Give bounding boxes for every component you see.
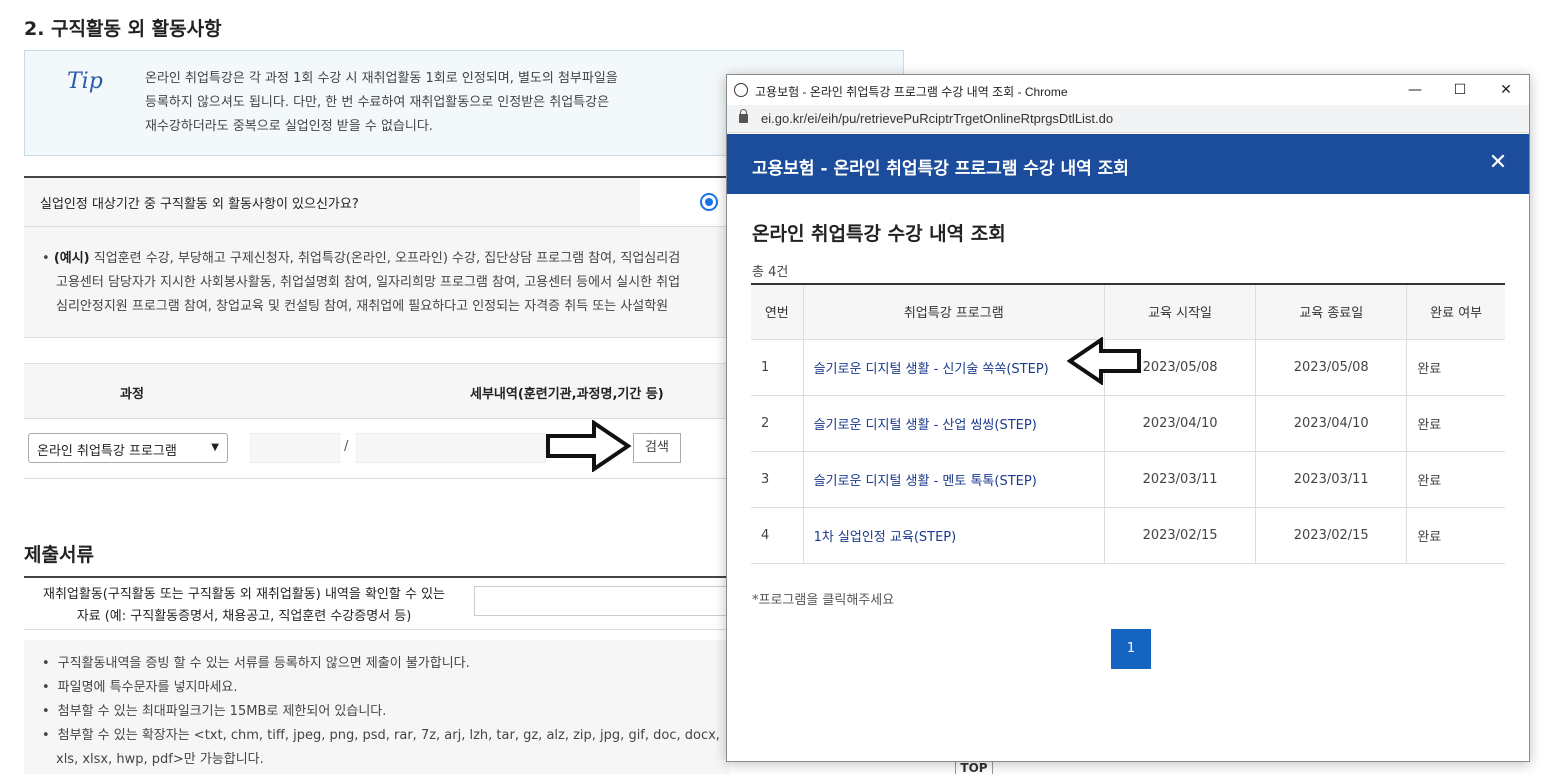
tip-label: Tip	[67, 69, 103, 94]
file-input[interactable]	[474, 586, 734, 616]
table-row: 4 1차 실업인정 교육(STEP) 2023/02/15 2023/02/15…	[751, 507, 1505, 564]
notice-item: 첨부할 수 있는 확장자는 <txt, chm, tiff, jpeg, png…	[42, 724, 720, 748]
page-button[interactable]: 1	[1111, 629, 1151, 669]
column-header: 교육 시작일	[1103, 284, 1256, 340]
example-line: • (예시) 직업훈련 수강, 부당해고 구제신청자, 취업특강(온라인, 오프…	[42, 251, 681, 266]
notice-item: 첨부할 수 있는 최대파일크기는 15MB로 제한되어 있습니다.	[42, 700, 720, 724]
detail-input-2[interactable]	[356, 433, 546, 463]
course-select[interactable]: 온라인 취업특강 프로그램 ▼	[28, 433, 228, 463]
minimize-button[interactable]: —	[1400, 79, 1430, 101]
maximize-button[interactable]: ☐	[1445, 79, 1475, 101]
url-text[interactable]: ei.go.kr/ei/eih/pu/retrievePuRciptrTrget…	[761, 111, 1113, 126]
radio-selected-icon[interactable]	[700, 193, 718, 211]
table-header-row: 연번 취업특강 프로그램 교육 시작일 교육 종료일 완료 여부	[751, 284, 1505, 340]
start-date: 2023/02/15	[1103, 507, 1256, 564]
detail-input-1[interactable]	[250, 433, 340, 463]
row-number: 2	[751, 395, 804, 452]
notice-box: 구직활동내역을 증빙 할 수 있는 서류를 등록하지 않으면 제출이 불가합니다…	[24, 640, 730, 774]
column-header: 연번	[751, 284, 804, 340]
search-button[interactable]: 검색	[633, 433, 681, 463]
submit-title: 제출서류	[24, 544, 94, 566]
question-cell: 실업인정 대상기간 중 구직활동 외 활동사항이 있으신가요?	[24, 178, 640, 226]
start-date: 2023/04/10	[1103, 395, 1256, 452]
completion-status: 완료	[1406, 339, 1505, 396]
notice-item: xls, xlsx, hwp, pdf>만 가능합니다.	[56, 752, 264, 767]
address-bar: ei.go.kr/ei/eih/pu/retrievePuRciptrTrget…	[727, 105, 1529, 133]
arrow-right-icon	[546, 420, 632, 472]
history-table: 연번 취업특강 프로그램 교육 시작일 교육 종료일 완료 여부 1 슬기로운 …	[751, 283, 1505, 564]
example-text: • (예시) 직업훈련 수강, 부당해고 구제신청자, 취업특강(온라인, 오프…	[42, 247, 732, 319]
column-header: 취업특강 프로그램	[802, 284, 1105, 340]
popup-note: *프로그램을 클릭해주세요	[752, 593, 895, 608]
column-header: 교육 종료일	[1255, 284, 1407, 340]
section-title: 2. 구직활동 외 활동사항	[24, 18, 222, 40]
example-box: • (예시) 직업훈련 수강, 부당해고 구제신청자, 취업특강(온라인, 오프…	[24, 226, 730, 338]
program-cell: 1차 실업인정 교육(STEP)	[802, 507, 1105, 564]
end-date: 2023/02/15	[1255, 507, 1407, 564]
example-line: 심리안정지원 프로그램 참여, 창업교육 및 컨설팅 참여, 재취업에 필요하다…	[56, 299, 669, 314]
chevron-down-icon: ▼	[211, 442, 219, 453]
question-row: 실업인정 대상기간 중 구직활동 외 활동사항이 있으신가요?	[24, 176, 730, 226]
notice-item: 구직활동내역을 증빙 할 수 있는 서류를 등록하지 않으면 제출이 불가합니다…	[42, 652, 720, 676]
column-detail: 세부내역(훈련기관,과정명,기간 등)	[470, 387, 664, 402]
window-titlebar: 고용보험 - 온라인 취업특강 프로그램 수강 내역 조회 - Chrome —…	[727, 75, 1529, 105]
result-count: 총 4건	[752, 265, 789, 280]
column-course: 과정	[120, 387, 144, 402]
program-cell: 슬기로운 디지털 생활 - 신기술 쏙쏙(STEP)	[802, 339, 1105, 396]
tip-text: 온라인 취업특강은 각 과정 1회 수강 시 재취업활동 1회로 인정되며, 별…	[145, 67, 705, 139]
notice-list: 구직활동내역을 증빙 할 수 있는 서류를 등록하지 않으면 제출이 불가합니다…	[42, 652, 720, 772]
example-prefix: (예시)	[53, 251, 90, 266]
row-number: 1	[751, 339, 804, 396]
submit-label-line: 재취업활동(구직활동 또는 구직활동 외 재취업활동) 내역을 확인할 수 있는	[42, 587, 445, 602]
submit-label: 재취업활동(구직활동 또는 구직활동 외 재취업활동) 내역을 확인할 수 있는…	[24, 584, 464, 628]
end-date: 2023/04/10	[1255, 395, 1407, 452]
completion-status: 완료	[1406, 507, 1505, 564]
end-date: 2023/03/11	[1255, 451, 1407, 508]
tip-line: 등록하지 않으셔도 됩니다. 다만, 한 번 수료하여 재취업활동으로 인정받은…	[145, 95, 610, 110]
window-close-button[interactable]: ✕	[1491, 79, 1521, 101]
lock-icon	[739, 109, 748, 123]
program-link[interactable]: 슬기로운 디지털 생활 - 신기술 쏙쏙(STEP)	[814, 362, 1049, 377]
submit-label-line: 자료 (예: 구직활동증명서, 채용공고, 직업훈련 수강증명서 등)	[76, 609, 412, 624]
table-row: 2 슬기로운 디지털 생활 - 산업 씽씽(STEP) 2023/04/10 2…	[751, 395, 1505, 452]
end-date: 2023/05/08	[1255, 339, 1407, 396]
program-cell: 슬기로운 디지털 생활 - 멘토 톡톡(STEP)	[802, 451, 1105, 508]
program-cell: 슬기로운 디지털 생활 - 산업 씽씽(STEP)	[802, 395, 1105, 452]
popup-heading: 온라인 취업특강 수강 내역 조회	[752, 223, 1006, 245]
popup-window: 고용보험 - 온라인 취업특강 프로그램 수강 내역 조회 - Chrome —…	[726, 74, 1530, 762]
submit-row: 재취업활동(구직활동 또는 구직활동 외 재취업활동) 내역을 확인할 수 있는…	[24, 576, 734, 630]
popup-header: 고용보험 - 온라인 취업특강 프로그램 수강 내역 조회 ✕	[727, 134, 1529, 194]
globe-icon	[734, 83, 748, 97]
close-icon[interactable]: ✕	[1485, 150, 1511, 176]
completion-status: 완료	[1406, 451, 1505, 508]
program-link[interactable]: 1차 실업인정 교육(STEP)	[814, 530, 957, 545]
completion-status: 완료	[1406, 395, 1505, 452]
separator: /	[344, 439, 349, 454]
start-date: 2023/03/11	[1103, 451, 1256, 508]
activity-table-header: 과정 세부내역(훈련기관,과정명,기간 등)	[24, 363, 730, 419]
course-select-value: 온라인 취업특강 프로그램	[37, 444, 177, 459]
window-title: 고용보험 - 온라인 취업특강 프로그램 수강 내역 조회 - Chrome	[755, 85, 1068, 99]
row-number: 3	[751, 451, 804, 508]
popup-header-title: 고용보험 - 온라인 취업특강 프로그램 수강 내역 조회	[752, 159, 1129, 179]
arrow-left-icon	[1067, 337, 1141, 385]
table-row: 3 슬기로운 디지털 생활 - 멘토 톡톡(STEP) 2023/03/11 2…	[751, 451, 1505, 508]
tip-line: 온라인 취업특강은 각 과정 1회 수강 시 재취업활동 1회로 인정되며, 별…	[145, 71, 618, 86]
column-header: 완료 여부	[1406, 284, 1505, 340]
example-line-text: 직업훈련 수강, 부당해고 구제신청자, 취업특강(온라인, 오프라인) 수강,…	[89, 251, 681, 266]
notice-item: 파일명에 특수문자를 넣지마세요.	[42, 676, 720, 700]
example-line: 고용센터 담당자가 지시한 사회봉사활동, 취업설명회 참여, 일자리희망 프로…	[56, 275, 681, 290]
program-link[interactable]: 슬기로운 디지털 생활 - 멘토 톡톡(STEP)	[814, 474, 1037, 489]
row-number: 4	[751, 507, 804, 564]
question-text: 실업인정 대상기간 중 구직활동 외 활동사항이 있으신가요?	[40, 197, 359, 212]
program-link[interactable]: 슬기로운 디지털 생활 - 산업 씽씽(STEP)	[814, 418, 1037, 433]
tip-line: 재수강하더라도 중복으로 실업인정 받을 수 없습니다.	[145, 119, 433, 134]
